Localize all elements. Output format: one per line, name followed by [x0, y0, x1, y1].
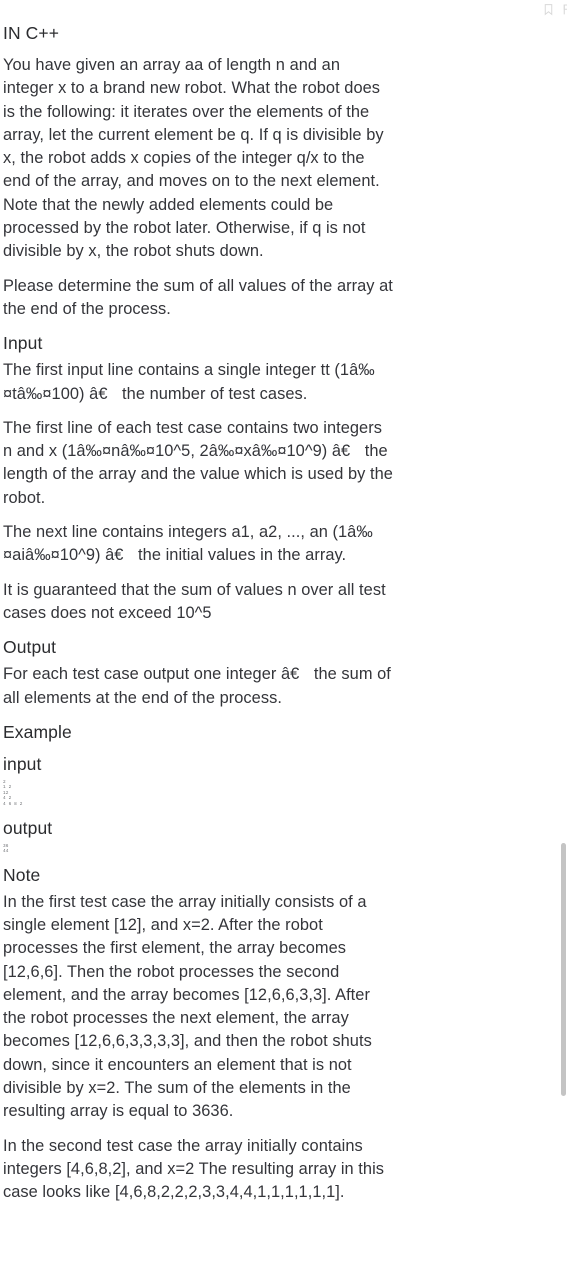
section-heading-input: Input [3, 333, 43, 354]
intro-paragraph-2: Please determine the sum of all values o… [3, 276, 393, 318]
intro-paragraph-1: You have given an array aa of length n a… [3, 56, 384, 261]
example-output-label: output [3, 817, 53, 838]
example-input-code: 2 1 2 12 4 2 4 6 8 2 [3, 779, 23, 808]
vertical-scrollbar[interactable] [557, 0, 569, 1280]
section-heading-note: Note [3, 864, 41, 885]
input-paragraph-3: The next line contains integers a1, a2, … [3, 523, 373, 565]
prompt-line: IN C++ [3, 23, 60, 43]
output-paragraph: For each test case output one integer â€… [3, 665, 391, 707]
example-output-code: 36 44 [3, 843, 9, 855]
input-paragraph-2: The first line of each test case contain… [3, 418, 393, 507]
top-toolbar [0, 0, 569, 18]
note-paragraph-2: In the second test case the array initia… [3, 1136, 385, 1202]
input-paragraph-4: It is guaranteed that the sum of values … [3, 580, 386, 622]
bookmark-icon[interactable] [542, 3, 555, 16]
vertical-scrollbar-thumb[interactable] [561, 843, 566, 1096]
problem-statement-document: IN C++ You have given an array aa of len… [0, 18, 569, 1216]
section-heading-output: Output [3, 637, 57, 658]
section-heading-example: Example [3, 721, 72, 742]
note-paragraph-1: In the first test case the array initial… [3, 892, 372, 1121]
input-paragraph-1: The first input line contains a single i… [3, 361, 375, 403]
example-input-label: input [3, 753, 42, 774]
